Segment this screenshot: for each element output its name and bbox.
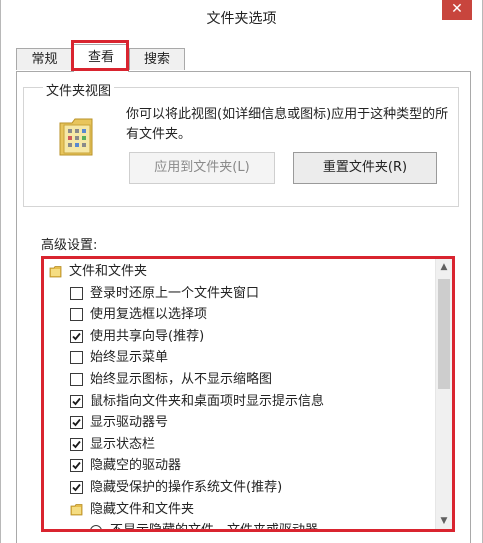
tree-item-label: 不显示隐藏的文件、文件夹或驱动器	[110, 523, 319, 532]
unchecked-checkbox[interactable]	[70, 351, 83, 365]
apply-to-folders-button[interactable]: 应用到文件夹(L)	[129, 152, 275, 184]
checked-checkbox[interactable]	[70, 394, 83, 408]
check-icon	[72, 332, 81, 341]
tree-item-label: 文件和文件夹	[69, 264, 148, 279]
close-icon: ✕	[451, 1, 463, 17]
folder-icon	[70, 503, 83, 515]
tree-option-item[interactable]: 登录时还原上一个文件夹窗口	[44, 283, 436, 305]
advanced-settings-label: 高级设置:	[41, 238, 98, 253]
unchecked-checkbox[interactable]	[70, 286, 83, 300]
folder-views-description: 你可以将此视图(如详细信息或图标)应用于这种类型的所有文件夹。	[126, 107, 449, 142]
tab-view-highlight	[71, 40, 129, 71]
scroll-up-icon[interactable]: ▲	[436, 259, 452, 275]
tree-option-item[interactable]: 始终显示菜单	[44, 347, 436, 369]
check-icon	[72, 462, 81, 470]
tree-item-label: 隐藏受保护的操作系统文件(推荐)	[90, 479, 283, 495]
tree-item-label: 隐藏空的驱动器	[90, 458, 182, 474]
folder-options-window: 文件夹选项 ✕ 常规 查看 搜索 文件夹视图 你可以将此视图(如详细信息或图标)…	[0, 0, 483, 543]
radio-button[interactable]	[90, 525, 102, 529]
tree-option-item[interactable]: 隐藏空的驱动器	[44, 455, 436, 477]
unchecked-checkbox[interactable]	[70, 308, 83, 322]
tree-item-label: 登录时还原上一个文件夹窗口	[90, 285, 260, 301]
tree-item-label: 使用复选框以选择项	[90, 307, 208, 323]
tree-option-item[interactable]: 使用复选框以选择项	[44, 304, 436, 326]
tree-folder-item: 隐藏文件和文件夹	[44, 499, 436, 521]
folder-view-icon	[59, 118, 93, 156]
checked-checkbox[interactable]	[70, 437, 83, 451]
tree-items: 文件和文件夹登录时还原上一个文件夹窗口 使用复选框以选择项 使用共享向导(推荐) 始终…	[44, 261, 436, 532]
reset-folders-button[interactable]: 重置文件夹(R)	[293, 152, 437, 184]
folder-icon	[49, 266, 62, 278]
scroll-down-icon[interactable]: ▼	[436, 513, 452, 529]
tree-folder-item: 文件和文件夹	[44, 261, 436, 283]
checked-checkbox[interactable]	[70, 480, 83, 494]
tree-option-item[interactable]: 显示状态栏	[44, 434, 436, 456]
checked-checkbox[interactable]	[70, 329, 83, 343]
checked-checkbox[interactable]	[70, 459, 83, 473]
unchecked-checkbox[interactable]	[70, 372, 83, 386]
close-button[interactable]: ✕	[442, 0, 472, 20]
window-title: 文件夹选项	[206, 11, 277, 27]
tree-option-item[interactable]: 鼠标指向文件夹和桌面项时显示提示信息	[44, 391, 436, 413]
tab-search[interactable]: 搜索	[129, 48, 185, 70]
tree-option-item[interactable]: 显示驱动器号	[44, 412, 436, 434]
scroll-thumb[interactable]	[438, 279, 450, 389]
title-bar[interactable]: 文件夹选项 ✕	[1, 0, 482, 36]
tree-item-label: 始终显示图标，从不显示缩略图	[90, 371, 273, 387]
tree-option-item[interactable]: 使用共享向导(推荐)	[44, 326, 436, 348]
folder-views-label: 文件夹视图	[43, 80, 115, 99]
tree-option-item[interactable]: 不显示隐藏的文件、文件夹或驱动器	[44, 520, 436, 532]
tab-strip: 常规 查看 搜索	[16, 40, 476, 72]
tree-item-label: 鼠标指向文件夹和桌面项时显示提示信息	[90, 393, 325, 409]
tree-option-item[interactable]: 隐藏受保护的操作系统文件(推荐)	[44, 477, 436, 499]
tree-option-item[interactable]: 始终显示图标，从不显示缩略图	[44, 369, 436, 391]
check-icon	[72, 483, 81, 492]
tree-scrollbar[interactable]: ▲ ▼	[435, 259, 452, 529]
tree-item-label: 显示驱动器号	[90, 415, 169, 431]
check-icon	[72, 440, 81, 449]
tab-general[interactable]: 常规	[16, 48, 73, 70]
tree-item-label: 始终显示菜单	[90, 350, 169, 366]
tree-item-label: 使用共享向导(推荐)	[90, 328, 205, 344]
checked-checkbox[interactable]	[70, 416, 83, 430]
check-icon	[72, 397, 81, 405]
check-icon	[72, 419, 81, 427]
tree-item-label: 隐藏文件和文件夹	[90, 501, 195, 517]
tree-item-label: 显示状态栏	[90, 436, 156, 452]
advanced-settings-tree[interactable]: 文件和文件夹登录时还原上一个文件夹窗口 使用复选框以选择项 使用共享向导(推荐) 始终…	[41, 256, 455, 532]
